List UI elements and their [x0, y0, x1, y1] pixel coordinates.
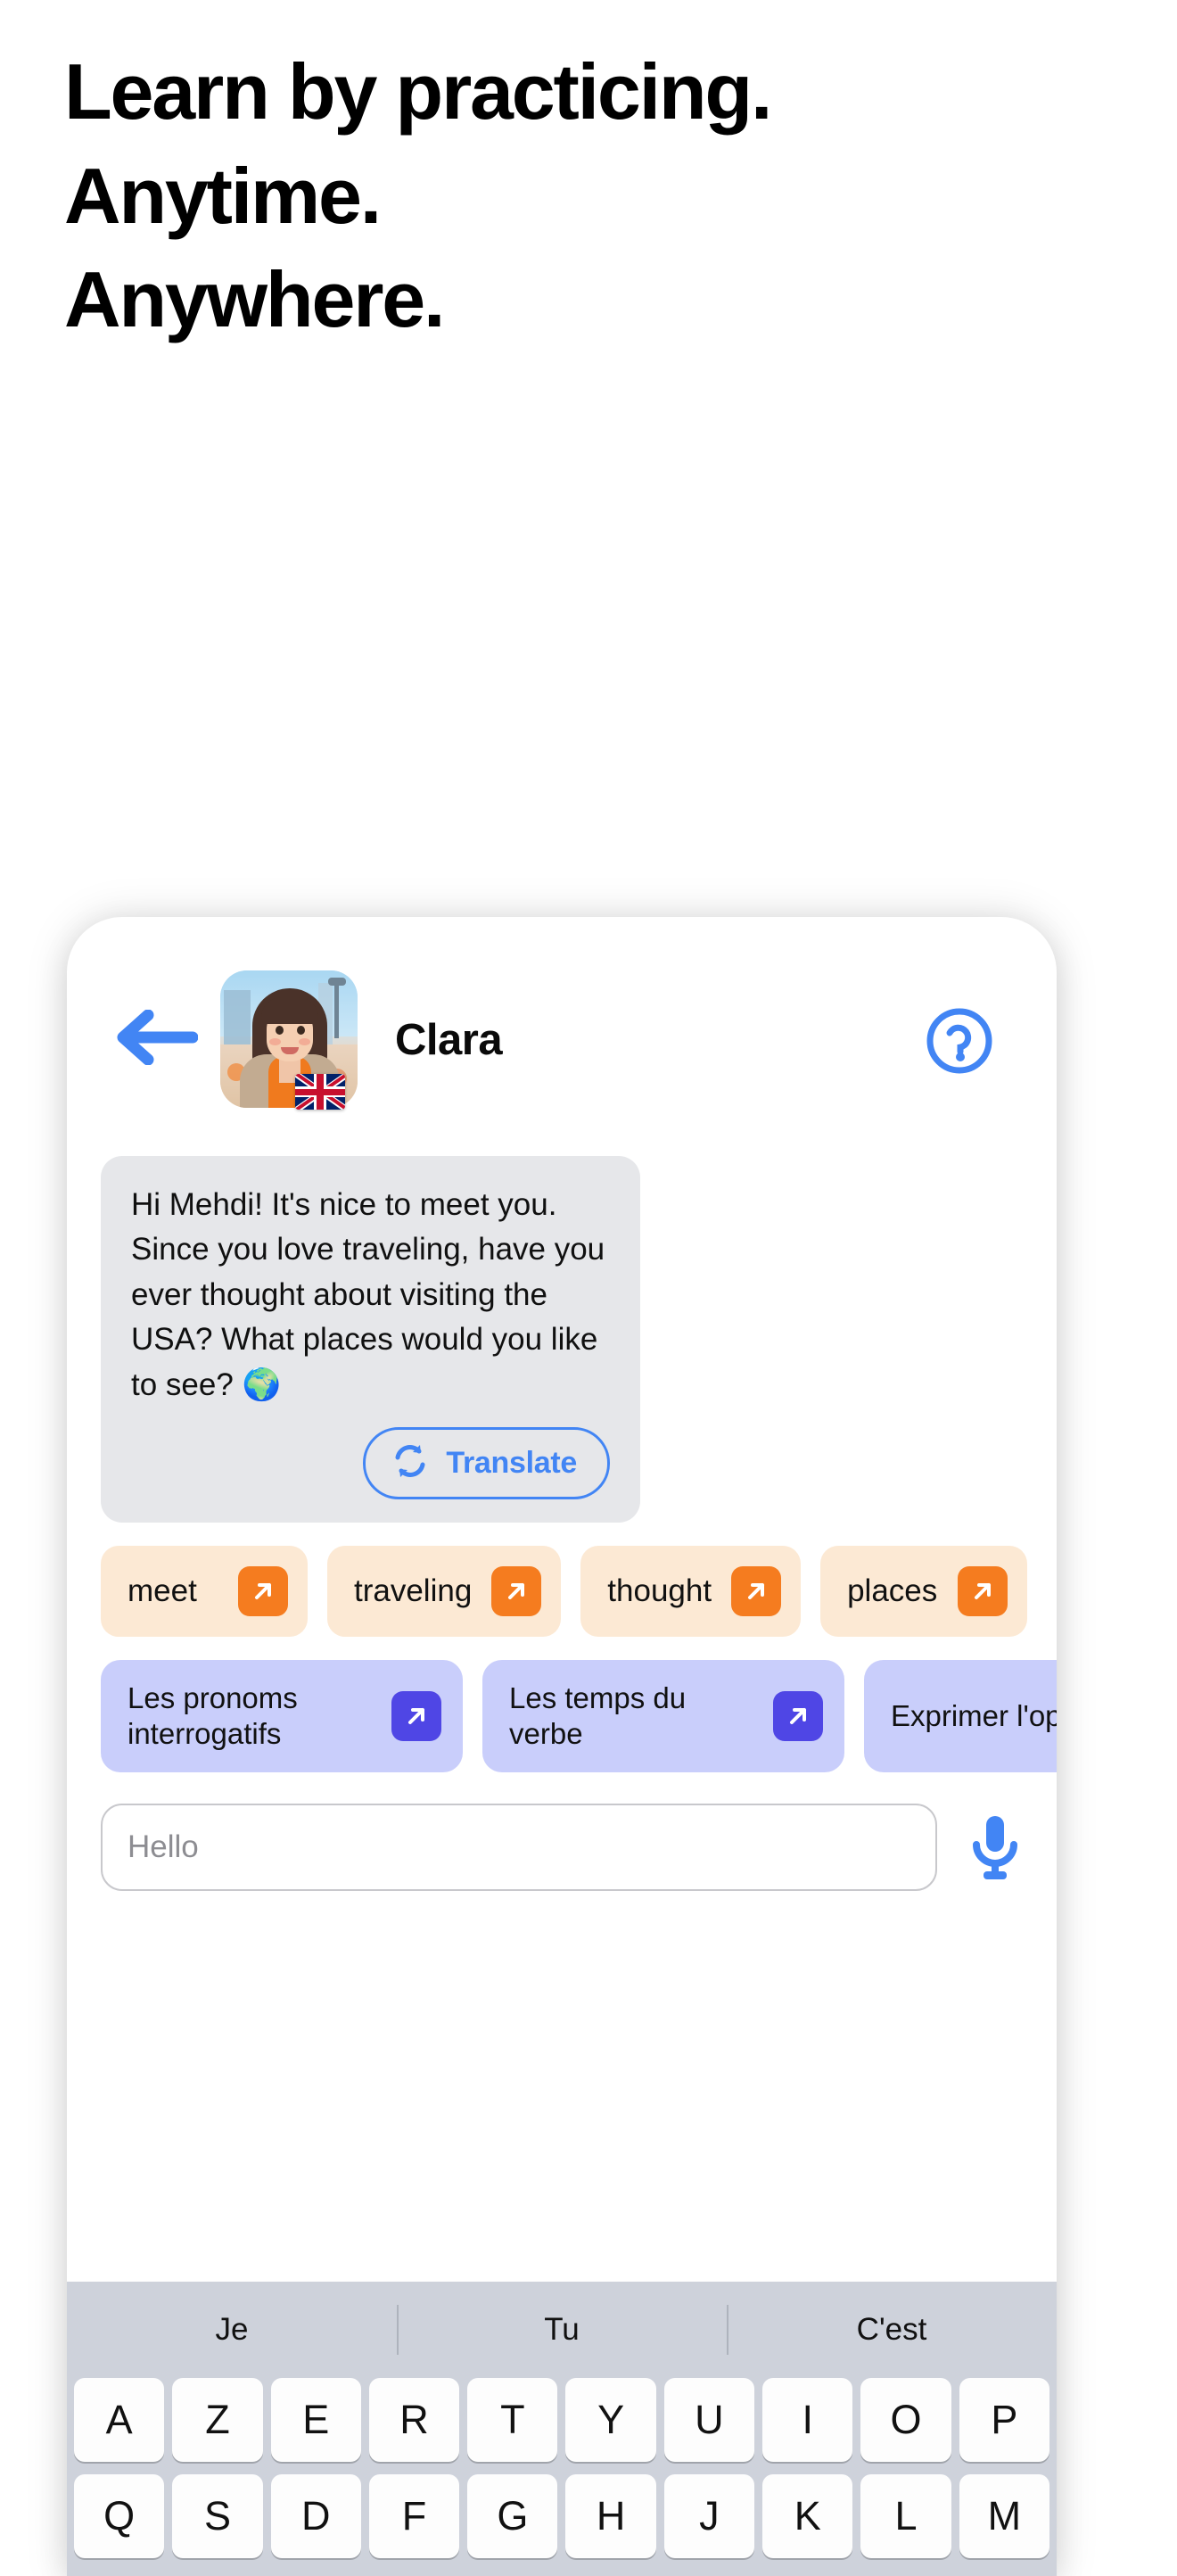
key-l[interactable]: L [860, 2474, 951, 2558]
key-i[interactable]: I [762, 2378, 853, 2462]
key-k[interactable]: K [762, 2474, 853, 2558]
arrow-up-right-icon[interactable] [491, 1565, 542, 1616]
vocab-chip[interactable]: traveling [327, 1545, 562, 1637]
translate-button[interactable]: Translate [363, 1426, 610, 1499]
key-s[interactable]: S [172, 2474, 263, 2558]
virtual-keyboard: Je Tu C'est A Z E R T Y U I O P Q S D F … [67, 2282, 1057, 2576]
help-circle-icon[interactable] [925, 1006, 994, 1076]
key-f[interactable]: F [368, 2474, 460, 2558]
vocab-chip-label: traveling [354, 1573, 473, 1608]
key-g[interactable]: G [467, 2474, 558, 2558]
arrow-up-right-icon[interactable] [731, 1565, 782, 1616]
headline-block: Learn by practicing. Anytime. Anywhere. [64, 47, 1116, 364]
keyboard-suggestion-bar: Je Tu C'est [67, 2282, 1057, 2378]
chat-area: Hi Mehdi! It's nice to meet you. Since y… [67, 1156, 1057, 1523]
grammar-chip[interactable]: Les pronoms interrogatifs [101, 1659, 463, 1772]
headline-line-2: Anytime. [64, 151, 382, 240]
arrow-up-right-icon[interactable] [958, 1565, 1008, 1616]
key-z[interactable]: Z [172, 2378, 263, 2462]
vocab-chip-label: meet [128, 1573, 197, 1608]
suggestion-chip[interactable]: Tu [397, 2312, 727, 2348]
grammar-chip-row[interactable]: Les pronoms interrogatifs Les temps du v… [67, 1659, 1057, 1772]
keyboard-row-2: Q S D F G H J K L M [67, 2474, 1057, 2558]
chat-bubble-incoming: Hi Mehdi! It's nice to meet you. Since y… [101, 1156, 640, 1523]
grammar-chip[interactable]: Les temps du verbe [482, 1659, 844, 1772]
chat-header: Clara [67, 917, 1057, 1156]
microphone-icon[interactable] [967, 1812, 1023, 1882]
arrow-up-right-icon[interactable] [391, 1690, 441, 1741]
vocab-chip[interactable]: places [820, 1545, 1028, 1637]
translate-label: Translate [446, 1445, 577, 1480]
key-q[interactable]: Q [74, 2474, 165, 2558]
refresh-icon [391, 1441, 430, 1485]
vocab-chip-label: thought [607, 1573, 712, 1608]
keyboard-row-1: A Z E R T Y U I O P [67, 2378, 1057, 2462]
key-d[interactable]: D [270, 2474, 361, 2558]
grammar-chip[interactable]: Exprimer l'opinion [864, 1659, 1057, 1772]
suggestion-chip[interactable]: C'est [727, 2312, 1057, 2348]
key-h[interactable]: H [565, 2474, 656, 2558]
contact-name: Clara [395, 1016, 503, 1064]
arrow-up-right-icon[interactable] [238, 1565, 288, 1616]
key-p[interactable]: P [959, 2378, 1049, 2462]
key-e[interactable]: E [270, 2378, 361, 2462]
key-r[interactable]: R [368, 2378, 460, 2462]
key-j[interactable]: J [663, 2474, 755, 2558]
key-m[interactable]: M [959, 2474, 1049, 2558]
grammar-chip-label: Exprimer l'opinion [891, 1698, 1057, 1732]
uk-flag-icon [295, 1074, 345, 1110]
vocab-chip[interactable]: thought [580, 1545, 802, 1637]
arrow-up-right-icon[interactable] [773, 1690, 823, 1741]
vocabulary-chip-row[interactable]: meet traveling thought places [67, 1545, 1057, 1637]
message-input-bar [67, 1801, 1057, 1894]
grammar-chip-label: Les pronoms interrogatifs [128, 1680, 298, 1750]
key-u[interactable]: U [663, 2378, 755, 2462]
avatar[interactable] [220, 970, 358, 1110]
key-a[interactable]: A [74, 2378, 165, 2462]
key-o[interactable]: O [860, 2378, 951, 2462]
translate-row: Translate [131, 1426, 610, 1499]
back-arrow-icon[interactable] [116, 1009, 199, 1066]
chat-message-text: Hi Mehdi! It's nice to meet you. Since y… [131, 1187, 605, 1402]
vocab-chip[interactable]: meet [101, 1545, 308, 1637]
vocab-chip-label: places [847, 1573, 938, 1608]
key-y[interactable]: Y [565, 2378, 656, 2462]
message-input[interactable] [101, 1803, 937, 1891]
phone-mockup-card: Clara Hi Mehdi! It's nice to meet you. S… [67, 917, 1057, 2576]
key-t[interactable]: T [467, 2378, 558, 2462]
headline-line-3: Anywhere. [64, 255, 445, 344]
grammar-chip-label: Les temps du verbe [509, 1680, 687, 1750]
suggestion-chip[interactable]: Je [67, 2312, 397, 2348]
headline-line-1: Learn by practicing. [64, 47, 772, 136]
